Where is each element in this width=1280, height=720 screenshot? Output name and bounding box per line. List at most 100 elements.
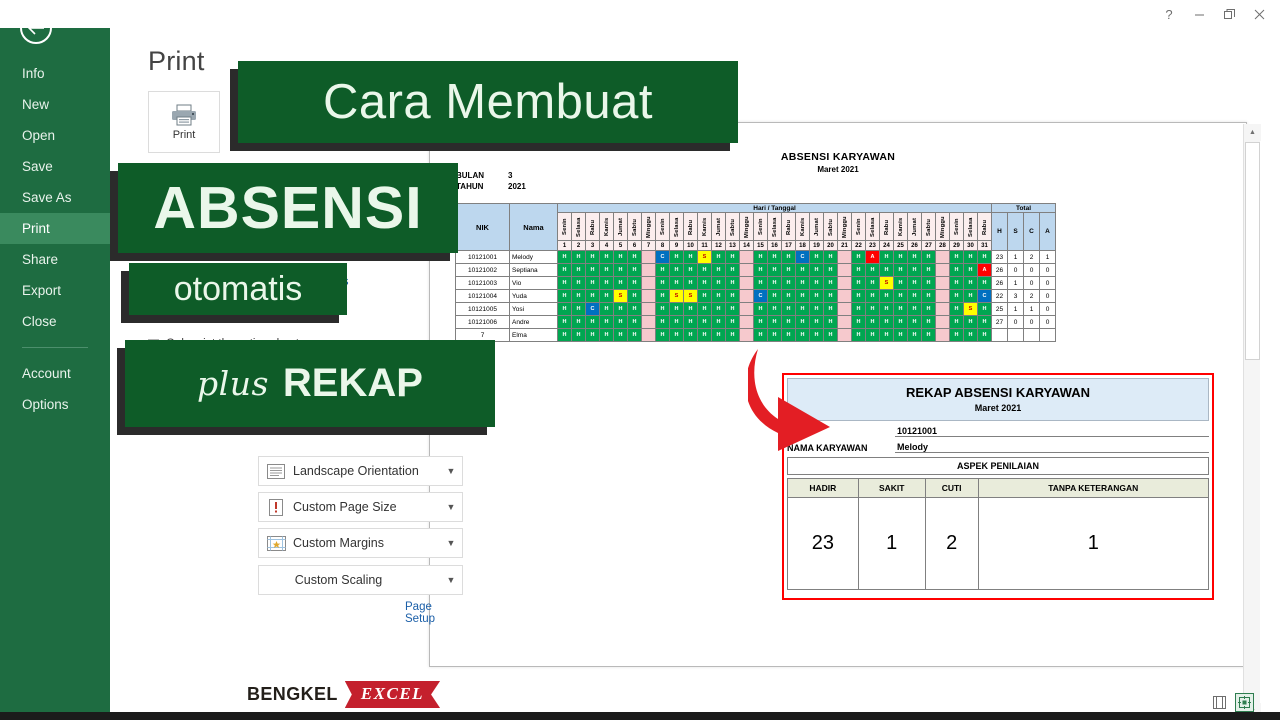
scaling-label: Custom Scaling: [294, 573, 383, 587]
total-col-header: C: [1023, 212, 1040, 251]
cell-attendance: [935, 276, 950, 290]
page-size-label: Custom Page Size: [293, 500, 397, 514]
cell-attendance: [641, 250, 656, 264]
table-row: 10121004 Yuda H H H H S H H S S H H H C H H H H H H H H H H H H H C 2…: [455, 289, 1056, 303]
cell-attendance: H: [613, 250, 628, 264]
bulan-label: BULAN: [456, 171, 484, 180]
orientation-icon: [259, 463, 293, 479]
scroll-up-icon[interactable]: ▲: [1244, 124, 1261, 141]
page-setup-link[interactable]: Page Setup: [405, 601, 435, 625]
cell-attendance: H: [977, 302, 992, 316]
cell-total: 2: [1023, 250, 1040, 264]
cell-attendance: H: [893, 289, 908, 303]
cell-attendance: H: [571, 250, 586, 264]
margins-dropdown[interactable]: Custom Margins ▼: [258, 528, 463, 558]
day-number-header: 22: [851, 240, 866, 251]
cell-total: 22: [991, 289, 1008, 303]
help-icon[interactable]: ?: [1154, 1, 1184, 27]
close-icon[interactable]: [1244, 1, 1274, 27]
rekap-table: HADIR SAKIT CUTI TANPA KETERANGAN 23 1 2 1: [787, 478, 1209, 590]
day-name-header: Sabtu: [921, 212, 936, 241]
cell-attendance: H: [711, 328, 726, 342]
cell-attendance: H: [977, 315, 992, 329]
backstage-item-open[interactable]: Open: [0, 120, 110, 151]
print-button-label: Print: [172, 128, 196, 141]
day-number-header: 19: [809, 240, 824, 251]
minimize-icon[interactable]: [1184, 1, 1214, 27]
day-name-header: Selasa: [571, 212, 586, 241]
chevron-down-icon: ▼: [446, 538, 456, 548]
day-number-header: 10: [683, 240, 698, 251]
cell-attendance: H: [823, 263, 838, 277]
backstage-item-save[interactable]: Save: [0, 151, 110, 182]
backstage-item-close[interactable]: Close: [0, 306, 110, 337]
print-button[interactable]: Print: [148, 91, 220, 153]
cell-attendance: H: [809, 315, 824, 329]
cell-attendance: H: [921, 315, 936, 329]
tahun-label: TAHUN: [456, 182, 484, 191]
cell-attendance: H: [949, 276, 964, 290]
cell-attendance: H: [627, 315, 642, 329]
rekap-table-value-row: 23 1 2 1: [787, 497, 1209, 590]
cell-attendance: H: [599, 328, 614, 342]
cell-attendance: H: [599, 263, 614, 277]
backstage-item-label: Close: [22, 314, 57, 329]
backstage-item-print[interactable]: Print: [0, 213, 110, 244]
cell-attendance: H: [585, 263, 600, 277]
day-number-header: 21: [837, 240, 852, 251]
cell-attendance: H: [893, 315, 908, 329]
backstage-item-save-as[interactable]: Save As: [0, 182, 110, 213]
window-controls: ?: [1154, 0, 1274, 28]
cell-attendance: H: [697, 276, 712, 290]
attendance-table: NIK Nama Hari / Tanggal Total Senin Selas…: [455, 203, 1056, 342]
cell-nik: 10121006: [455, 315, 510, 329]
cell-attendance: H: [627, 276, 642, 290]
cell-attendance: H: [921, 302, 936, 316]
cell-attendance: H: [557, 289, 572, 303]
cell-attendance: H: [585, 289, 600, 303]
logo-word-bengkel: BENGKEL: [247, 684, 338, 704]
cell-attendance: H: [907, 315, 922, 329]
overlay-text-rekap: REKAP: [282, 361, 423, 405]
day-name-header: Senin: [753, 212, 768, 241]
vertical-scrollbar[interactable]: ▲ ▼: [1243, 124, 1261, 720]
cell-nik: 10121005: [455, 302, 510, 316]
day-name-header: Rabu: [879, 212, 894, 241]
cell-attendance: H: [655, 276, 670, 290]
preview-paper: ABSENSI KARYAWAN Maret 2021 BULAN 3 TAHU…: [429, 122, 1247, 667]
backstage-item-label: Open: [22, 128, 56, 143]
rekap-aspek-label: ASPEK PENILAIAN: [787, 457, 1209, 475]
col-header-nama: Nama: [509, 203, 558, 251]
restore-icon[interactable]: [1214, 1, 1244, 27]
backstage-item-account[interactable]: Account: [0, 358, 110, 389]
cell-attendance: H: [669, 328, 684, 342]
backstage-item-new[interactable]: New: [0, 89, 110, 120]
backstage-item-info[interactable]: Info: [0, 58, 110, 89]
zoom-to-page-icon[interactable]: [1235, 693, 1254, 712]
table-row: 7 Elma H H H H H H H H H H H H H H H H H H H H H H H H H H H: [455, 328, 1056, 342]
cell-attendance: H: [669, 250, 684, 264]
backstage-item-options[interactable]: Options: [0, 389, 110, 420]
cell-attendance: H: [851, 302, 866, 316]
cell-nama: Vio: [509, 276, 558, 290]
cell-attendance: H: [683, 276, 698, 290]
cell-attendance: C: [655, 250, 670, 264]
day-name-header: Senin: [557, 212, 572, 241]
cell-attendance: [739, 302, 754, 316]
day-name-header: Sabtu: [627, 212, 642, 241]
show-margins-icon[interactable]: [1210, 693, 1229, 712]
scaling-dropdown[interactable]: Custom Scaling ▼: [258, 565, 463, 595]
col-header-nik: NIK: [455, 203, 510, 251]
backstage-item-share[interactable]: Share: [0, 244, 110, 275]
cell-attendance: [837, 276, 852, 290]
page-size-dropdown[interactable]: Custom Page Size ▼: [258, 492, 463, 522]
cell-attendance: H: [963, 263, 978, 277]
orientation-dropdown[interactable]: Landscape Orientation ▼: [258, 456, 463, 486]
day-name-header: Jumat: [809, 212, 824, 241]
day-number-header: 2: [571, 240, 586, 251]
scrollbar-thumb[interactable]: [1245, 142, 1260, 360]
cell-attendance: H: [669, 315, 684, 329]
cell-attendance: A: [977, 263, 992, 277]
backstage-item-export[interactable]: Export: [0, 275, 110, 306]
backstage-menu: Info New Open Save Save As Print Share Export Cl…: [0, 58, 110, 337]
